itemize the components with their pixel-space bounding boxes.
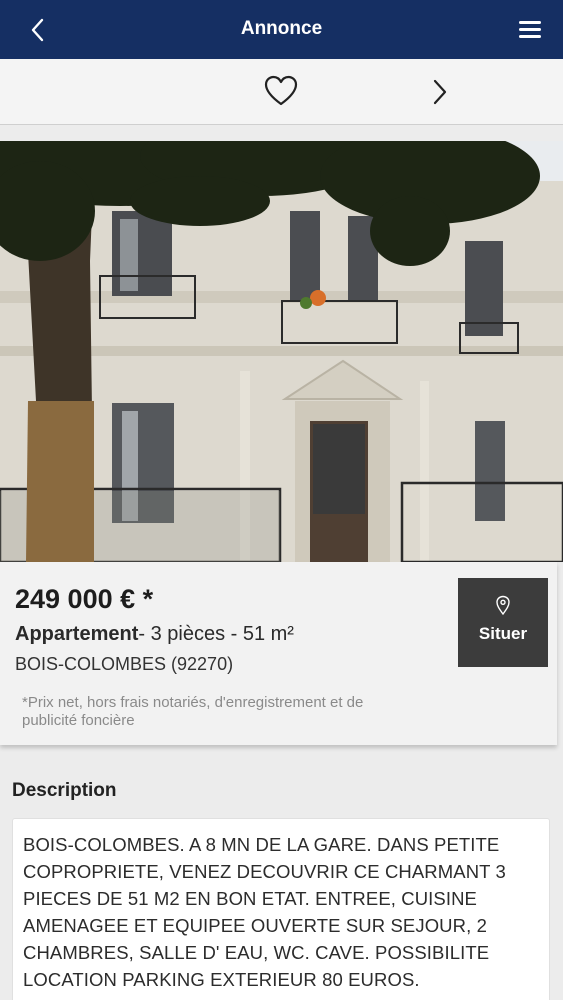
building-facade-image: [0, 141, 563, 562]
locate-button-label: Situer: [478, 624, 528, 643]
property-type: Appartement: [15, 623, 139, 645]
chevron-right-icon: [433, 79, 447, 105]
page-title: Annonce: [240, 18, 323, 39]
favorite-button[interactable]: [262, 73, 300, 109]
hamburger-menu-icon: [519, 21, 541, 38]
next-listing-button[interactable]: [426, 75, 454, 109]
listing-location: BOIS-COLOMBES (92270): [15, 654, 234, 674]
listing-photo[interactable]: [0, 141, 563, 562]
map-pin-icon: [496, 595, 510, 615]
locate-button[interactable]: Situer: [458, 578, 548, 667]
description-heading: Description: [12, 780, 117, 801]
listing-info-card: 249 000 € * Appartement- 3 pièces - 51 m…: [0, 562, 557, 745]
heart-outline-icon: [264, 75, 298, 106]
description-text: BOIS-COLOMBES. A 8 MN DE LA GARE. DANS P…: [23, 834, 506, 990]
description-box: BOIS-COLOMBES. A 8 MN DE LA GARE. DANS P…: [12, 818, 550, 1000]
menu-button[interactable]: [515, 16, 545, 44]
listing-summary: Appartement- 3 pièces - 51 m²: [15, 623, 294, 646]
listing-price: 249 000 € *: [15, 584, 154, 614]
price-disclaimer: *Prix net, hors frais notariés, d'enregi…: [22, 694, 364, 729]
app-header: Annonce: [0, 0, 563, 59]
property-details: - 3 pièces - 51 m²: [138, 623, 294, 645]
action-bar: [0, 59, 563, 125]
